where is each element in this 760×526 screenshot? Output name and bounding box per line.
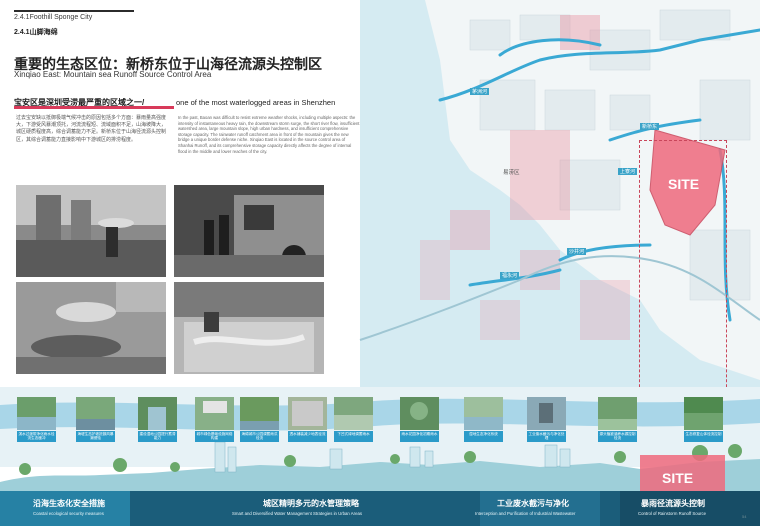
strategy-caption-1: 滨水过渡带净化雨水径流生态缓冲 [17, 431, 56, 442]
map-label-xinqiao: 新桥东 [640, 123, 660, 130]
strategy-thumb-10 [527, 397, 566, 430]
strategy-title-cn-1: 沿海生态化安全措施 [33, 499, 105, 508]
strategy-thumb-1 [17, 397, 56, 430]
strategy-thumb-2 [76, 397, 115, 430]
strategy-caption-2: 海堤生态护坡抵御风暴潮侵蚀 [76, 431, 115, 442]
subsection-label: 2.4.1山脚海绵 [14, 29, 58, 36]
strategy-caption-5: 海绵城市公园调蓄雨洪径流 [240, 431, 279, 442]
map-label-flood-zone: 易涝区 [503, 170, 520, 176]
strategy-thumb-11 [598, 397, 637, 430]
site-map-label: SITE [668, 176, 700, 192]
strategy-thumb-7 [334, 397, 373, 430]
strategy-title-cn-4: 暴雨径流源头控制 [641, 499, 705, 508]
flood-photo-3 [16, 282, 166, 374]
strategy-caption-3: 建设湿地公园提升蓄滞能力 [138, 431, 177, 442]
strategy-title-cn-2: 城区精明多元的水管理策略 [263, 499, 359, 508]
map-label-shangliao-river: 上寮河 [618, 168, 638, 175]
map-label-fuyong-river: 福永河 [500, 272, 520, 279]
site-section-label: SITE [662, 470, 694, 486]
header-rule [14, 10, 134, 12]
page-number: 54 [742, 514, 747, 519]
highlight-underline [14, 106, 174, 109]
flood-photo-4 [174, 282, 324, 374]
map-label-shajing-river: 沙井河 [567, 248, 587, 255]
strategy-thumb-3 [138, 397, 177, 430]
strategy-thumb-9 [464, 397, 503, 430]
map-label-maozhou-river: 茅洲河 [470, 88, 490, 95]
strategy-caption-11: 源头植被涵养水源控制径流 [598, 431, 637, 442]
strategy-caption-4: 城市绿色基础设施网络构建 [195, 431, 234, 442]
strategy-caption-6: 透水铺装减少地表径流 [288, 431, 327, 442]
strategy-title-cn-3: 工业废水截污与净化 [497, 499, 569, 508]
body-text-cn: 过去宝安缺以抵御极端气候冲击的原因包括多个方面：暴雨量高强度大，下游受风暴潮顶托… [16, 115, 167, 143]
strategy-thumb-6 [288, 397, 327, 430]
strategy-thumb-8 [400, 397, 439, 430]
strategy-thumb-4 [195, 397, 234, 430]
strategy-thumb-5 [240, 397, 279, 430]
strategy-caption-10: 工业废水截污与净化处理 [527, 431, 566, 442]
flood-photo-1 [16, 185, 166, 277]
strategy-title-en-1: Coastal ecological security measures [33, 511, 104, 516]
strategy-caption-7: 下凹式绿地调蓄雨水 [334, 431, 373, 442]
page-title-en: Xinqiao East: Mountain sea Runoff Source… [14, 70, 212, 79]
strategy-caption-8: 雨水花园净化初期雨水 [400, 431, 439, 442]
strategy-thumb-12 [684, 397, 723, 430]
strategy-title-en-2: Smart and Diversified Water Management S… [232, 511, 362, 516]
section-label: 2.4.1Foothill Sponge City [14, 14, 93, 21]
flood-photo-2 [174, 185, 324, 277]
strategy-title-en-3: Interception and Purification of Industr… [475, 511, 576, 516]
body-text-en: In the past, Baoan was difficult to resi… [178, 115, 360, 154]
strategy-caption-9: 湿地生态净化系统 [464, 431, 503, 442]
strategy-caption-12: 生态修复山体径流控制 [684, 431, 723, 442]
highlight-en: one of the most waterlogged areas in She… [176, 98, 336, 107]
strategy-title-en-4: Control of Rainstorm Runoff Source [638, 511, 706, 516]
